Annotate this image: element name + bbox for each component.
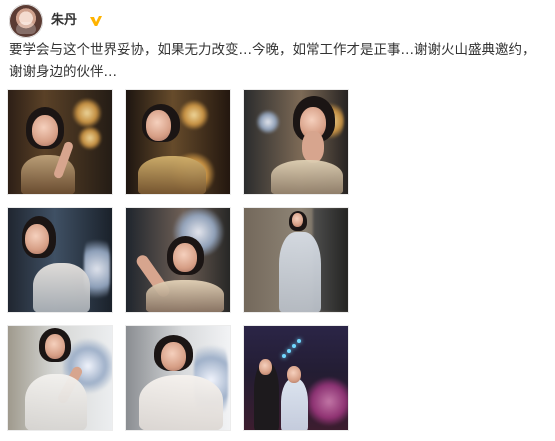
photo-gallery: [7, 89, 352, 433]
portrait-face: [45, 334, 65, 359]
portrait-dress: [33, 263, 90, 312]
portrait-dress: [25, 374, 87, 430]
portrait-face: [287, 366, 301, 383]
stage-light-icon: [297, 339, 301, 343]
portrait-face: [173, 243, 197, 272]
portrait-face: [25, 224, 49, 254]
gallery-photo-5[interactable]: [125, 207, 231, 313]
weibo-post: 朱丹 要学会与这个世界妥协，如果无力改变…今晚，如常工作才是正事…谢谢火山盛典邀…: [0, 0, 555, 441]
portrait-dress: [146, 280, 224, 312]
light-bokeh-icon: [78, 126, 102, 150]
verified-v-icon: [90, 16, 102, 26]
gallery-photo-2[interactable]: [125, 89, 231, 195]
portrait-dress: [138, 156, 206, 194]
gallery-photo-9[interactable]: [243, 325, 349, 431]
stage-light-icon: [292, 344, 296, 348]
light-bokeh-icon: [179, 100, 209, 130]
portrait-face: [292, 213, 303, 227]
host-face: [259, 359, 272, 375]
username[interactable]: 朱丹: [51, 13, 77, 29]
avatar[interactable]: [9, 4, 43, 38]
portrait-dress: [139, 375, 223, 430]
portrait-face: [161, 342, 186, 371]
portrait-face: [146, 110, 171, 141]
portrait-dress: [271, 160, 343, 194]
stage-light-icon: [282, 354, 286, 358]
gallery-photo-1[interactable]: [7, 89, 113, 195]
stage-light-icon: [287, 349, 291, 353]
light-bokeh-icon: [72, 98, 102, 128]
portrait-hand: [302, 131, 324, 163]
stage-glow: [308, 374, 348, 429]
post-text: 要学会与这个世界妥协，如果无力改变…今晚，如常工作才是正事…谢谢火山盛典邀约，谢…: [9, 42, 536, 80]
gallery-photo-4[interactable]: [7, 207, 113, 313]
gallery-photo-7[interactable]: [7, 325, 113, 431]
light-bokeh-icon: [256, 110, 280, 134]
gallery-photo-6[interactable]: [243, 207, 349, 313]
portrait-face: [32, 115, 58, 146]
gallery-photo-3[interactable]: [243, 89, 349, 195]
portrait-dress: [281, 378, 308, 430]
portrait-dress: [279, 232, 321, 312]
gallery-photo-8[interactable]: [125, 325, 231, 431]
